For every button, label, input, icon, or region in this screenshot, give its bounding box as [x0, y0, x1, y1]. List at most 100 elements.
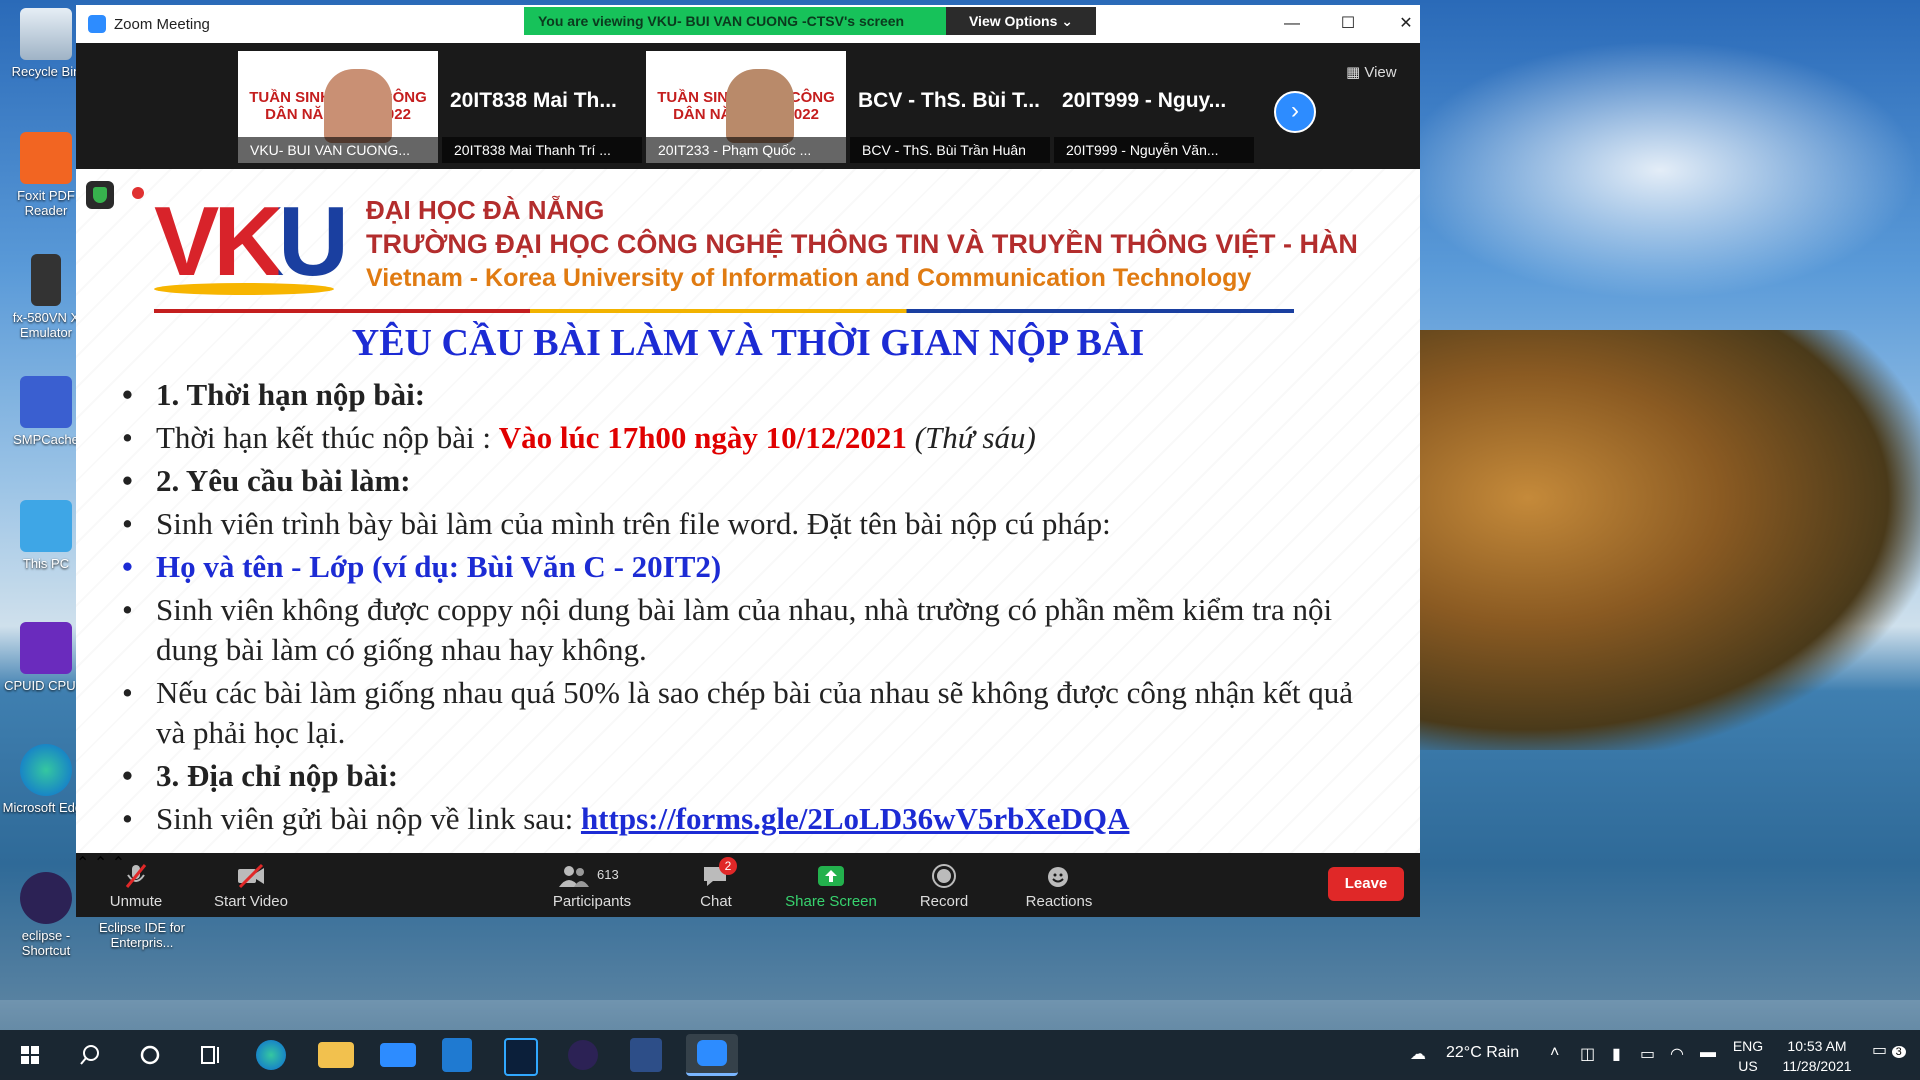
- eclipse-icon: [20, 872, 72, 924]
- title-bar: Zoom Meeting You are viewing VKU- BUI VA…: [76, 5, 1420, 43]
- university-line-1: ĐẠI HỌC ĐÀ NẴNG: [366, 195, 605, 225]
- meeting-controls: Unmute ⌃ Start Video ⌃ 613 Participants …: [76, 853, 1420, 917]
- submission-link[interactable]: https://forms.gle/2LoLD36wV5rbXeDQA: [581, 801, 1130, 836]
- deadline-day: (Thứ sáu): [914, 420, 1036, 455]
- view-options-button[interactable]: View Options ⌄: [946, 7, 1096, 35]
- reactions-smiley-icon: [1044, 863, 1074, 889]
- view-layout-button[interactable]: ▦ View: [1346, 63, 1397, 81]
- chat-button[interactable]: 2 Chat: [676, 853, 756, 917]
- cpu-chip-icon: [20, 622, 72, 674]
- taskbar-photoshop-icon[interactable]: [504, 1038, 538, 1076]
- participants-button[interactable]: 613 Participants: [540, 853, 644, 917]
- network-device-icon[interactable]: ◫: [1580, 1044, 1595, 1064]
- deadline-text: Vào lúc 17h00 ngày 10/12/2021: [498, 420, 907, 455]
- zoom-app-icon: [697, 1040, 727, 1066]
- bullet-requirements-heading: 2. Yêu cầu bài làm:: [116, 461, 1386, 501]
- desktop-wallpaper-clouds: [1400, 40, 1920, 300]
- taskbar-vscode-icon[interactable]: [442, 1038, 472, 1072]
- participants-strip: TUẦN SINH HOẠT CÔNG DÂN NĂM HỌC 2022 VKU…: [76, 43, 1420, 169]
- viewing-screen-banner: You are viewing VKU- BUI VAN CUONG -CTSV…: [524, 7, 946, 35]
- start-button[interactable]: [12, 1038, 48, 1072]
- zoom-app-icon: [88, 15, 106, 33]
- university-line-3: Vietnam - Korea University of Informatio…: [366, 264, 1252, 292]
- recycle-bin-icon: [20, 8, 72, 60]
- video-off-icon: [236, 863, 266, 889]
- minimize-button[interactable]: —: [1272, 11, 1312, 37]
- start-video-button[interactable]: Start Video: [198, 853, 304, 917]
- participant-name: 20IT999 - Nguy...: [1062, 89, 1227, 112]
- weather-icon[interactable]: ☁: [1410, 1044, 1426, 1064]
- bullet-submit-link: Sinh viên gửi bài nộp về link sau: https…: [116, 799, 1386, 839]
- shared-screen: VKU ĐẠI HỌC ĐÀ NẴNG TRƯỜNG ĐẠI HỌC CÔNG …: [76, 169, 1420, 853]
- bullet-address-heading: 3. Địa chỉ nộp bài:: [116, 756, 1386, 796]
- participant-label: VKU- BUI VAN CUONG...: [238, 137, 438, 163]
- participant-label: 20IT999 - Nguyễn Văn...: [1054, 137, 1254, 163]
- notification-count: 3: [1891, 1046, 1906, 1058]
- participant-tile[interactable]: TUẦN SINH HOẠT CÔNG DÂN NĂM HỌC 2022 20I…: [646, 51, 846, 163]
- next-page-button[interactable]: ›: [1274, 91, 1316, 133]
- window-title: Zoom Meeting: [114, 16, 210, 33]
- screen-share-tray-icon[interactable]: ▭: [1640, 1044, 1655, 1064]
- search-icon: [80, 1045, 99, 1065]
- taskbar-file-explorer-icon[interactable]: [318, 1042, 354, 1068]
- vku-logo: VKU: [154, 191, 349, 301]
- participant-name: BCV - ThS. Bùi T...: [858, 89, 1040, 112]
- slide-bullets: 1. Thời hạn nộp bài: Thời hạn kết thúc n…: [116, 375, 1386, 842]
- logo-swoosh: [154, 283, 334, 295]
- university-line-2: TRƯỜNG ĐẠI HỌC CÔNG NGHỆ THÔNG TIN VÀ TR…: [366, 229, 1358, 259]
- participant-tile[interactable]: BCV - ThS. Bùi T... BCV - ThS. Bùi Trần …: [850, 51, 1050, 163]
- task-view-icon: [201, 1046, 219, 1064]
- participants-icon: 613: [557, 863, 627, 889]
- record-button[interactable]: Record: [896, 853, 992, 917]
- participant-name: 20IT838 Mai Th...: [450, 89, 617, 112]
- microphone-tray-icon[interactable]: ▮: [1612, 1044, 1621, 1064]
- calculator-icon: [31, 254, 61, 306]
- record-icon: [929, 863, 959, 889]
- leave-button[interactable]: Leave: [1328, 867, 1404, 901]
- smpcache-icon: [20, 376, 72, 428]
- clock[interactable]: 10:53 AM 11/28/2021: [1772, 1036, 1862, 1076]
- windows-logo-icon: [21, 1046, 39, 1064]
- participant-tile[interactable]: TUẦN SINH HOẠT CÔNG DÂN NĂM HỌC 2022 VKU…: [238, 51, 438, 163]
- bullet-word-file: Sinh viên trình bày bài làm của mình trê…: [116, 504, 1386, 544]
- participant-tile[interactable]: 20IT999 - Nguy... 20IT999 - Nguyễn Văn..…: [1054, 51, 1254, 163]
- security-shield-icon[interactable]: [86, 181, 114, 209]
- input-language[interactable]: ENG US: [1728, 1036, 1768, 1076]
- share-screen-button[interactable]: Share Screen: [776, 853, 886, 917]
- unmute-options-caret[interactable]: ⌃: [76, 855, 89, 872]
- logo-text: VKU: [154, 186, 349, 296]
- show-hidden-icons-caret[interactable]: ˄: [1550, 1044, 1559, 1062]
- bullet-no-copy: Sinh viên không được coppy nội dung bài …: [116, 590, 1386, 670]
- unmute-button[interactable]: Unmute: [92, 853, 180, 917]
- bullet-deadline: Thời hạn kết thúc nộp bài : Vào lúc 17h0…: [116, 418, 1386, 458]
- windows-taskbar: ☁ 22°C Rain ˄ ◫ ▮ ▭ ◠ ▬ ENG US 10:53 AM …: [0, 1030, 1920, 1080]
- participant-video: [726, 69, 794, 143]
- wifi-icon[interactable]: ◠: [1670, 1044, 1684, 1064]
- foxit-pdf-icon: [20, 132, 72, 184]
- taskbar-eclipse-icon[interactable]: [568, 1040, 598, 1070]
- notifications-button[interactable]: ▭ 3: [1872, 1040, 1906, 1060]
- cortana-circle-icon: [140, 1045, 160, 1065]
- participant-label: 20IT233 - Phạm Quốc ...: [646, 137, 846, 163]
- participant-video: [324, 69, 392, 143]
- cortana-button[interactable]: [132, 1038, 168, 1072]
- reactions-button[interactable]: Reactions: [1004, 853, 1114, 917]
- search-button[interactable]: [72, 1038, 108, 1072]
- participant-label: 20IT838 Mai Thanh Trí ...: [442, 137, 642, 163]
- close-button[interactable]: ✕: [1386, 11, 1426, 37]
- bullet-filename-syntax: Họ và tên - Lớp (ví dụ: Bùi Văn C - 20IT…: [116, 547, 1386, 587]
- desktop-wallpaper-cliff: [1360, 330, 1920, 750]
- participant-tile[interactable]: 20IT838 Mai Th... 20IT838 Mai Thanh Trí …: [442, 51, 642, 163]
- taskbar-edge-icon[interactable]: [256, 1040, 286, 1070]
- taskbar-mail-icon[interactable]: [380, 1043, 416, 1067]
- maximize-button[interactable]: ☐: [1328, 11, 1368, 37]
- slide-heading: YÊU CẦU BÀI LÀM VÀ THỜI GIAN NỘP BÀI: [351, 322, 1145, 364]
- notification-icon: ▭: [1872, 1042, 1888, 1059]
- task-view-button[interactable]: [192, 1038, 228, 1072]
- taskbar-zoom-icon[interactable]: [686, 1034, 738, 1076]
- desktop-icon-eclipse-ide[interactable]: Eclipse IDE for Enterpris...: [96, 920, 188, 950]
- weather-text[interactable]: 22°C Rain: [1446, 1044, 1519, 1062]
- battery-icon[interactable]: ▬: [1700, 1044, 1716, 1062]
- taskbar-devc-icon[interactable]: [630, 1038, 662, 1072]
- participant-label: BCV - ThS. Bùi Trần Huân: [850, 137, 1050, 163]
